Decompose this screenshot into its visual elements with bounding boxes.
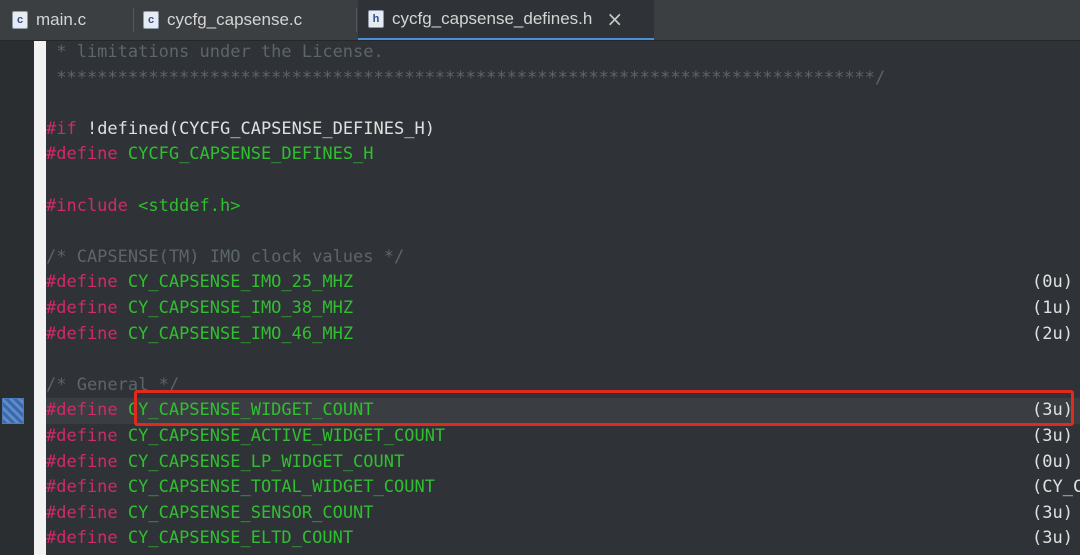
code-text: !defined(CYCFG_CAPSENSE_DEFINES_H) [76, 118, 435, 139]
preprocessor-keyword: #define [46, 144, 118, 165]
code-line[interactable] [46, 91, 1080, 117]
tab-label: cycfg_capsense_defines.h [392, 9, 593, 28]
code-line[interactable]: #define CYCFG_CAPSENSE_DEFINES_H [46, 142, 1080, 168]
code-line[interactable]: #include <stddef.h> [46, 194, 1080, 220]
code-comment: /* General */ [46, 374, 180, 395]
tab-separator [133, 8, 134, 32]
code-line[interactable]: * limitations under the License. [46, 41, 1080, 66]
code-line[interactable]: #if !defined(CYCFG_CAPSENSE_DEFINES_H) [46, 117, 1080, 143]
code-line[interactable]: #define CY_CAPSENSE_IMO_25_MHZ (0u) [46, 270, 1080, 296]
editor-gutter [0, 41, 34, 555]
code-line[interactable] [46, 219, 1080, 245]
c-file-icon: c [143, 11, 159, 29]
occurrence-marker-icon[interactable] [2, 398, 24, 424]
macro-value: (1u) [1032, 298, 1073, 318]
h-file-icon: h [368, 10, 384, 28]
preprocessor-keyword: #define [46, 400, 118, 421]
code-line[interactable]: #define CY_CAPSENSE_TOTAL_WIDGET_COUNT (C… [46, 475, 1080, 501]
code-line[interactable]: ****************************************… [46, 66, 1080, 92]
code-line[interactable]: #define CY_CAPSENSE_IMO_38_MHZ (1u) [46, 296, 1080, 322]
macro-value: (0u) [1032, 451, 1073, 472]
macro-value: (CY_C [1032, 477, 1080, 498]
macro-value: (3u) [1032, 400, 1073, 421]
code-line[interactable]: #define CY_CAPSENSE_ACTIVE_WIDGET_COUNT (… [46, 424, 1080, 450]
macro-value: (2u) [1032, 323, 1073, 344]
macro-name: CY_CAPSENSE_ELTD_COUNT [117, 528, 354, 549]
code-comment: ****************************************… [46, 67, 886, 88]
preprocessor-keyword: #define [46, 272, 118, 293]
macro-name: CYCFG_CAPSENSE_DEFINES_H [117, 144, 374, 165]
code-line[interactable]: #define CY_CAPSENSE_IMO_46_MHZ (2u) [46, 322, 1080, 348]
tab-label: cycfg_capsense.c [167, 10, 303, 29]
code-line[interactable] [46, 347, 1080, 373]
tab-separator [356, 8, 357, 32]
editor-tab-bar: c main.c c cycfg_capsense.c h cycfg_caps… [0, 0, 1080, 41]
preprocessor-keyword: #define [46, 477, 118, 498]
code-line[interactable]: #define CY_CAPSENSE_WIDGET_COUNT (3u) [46, 398, 1080, 424]
code-line[interactable]: /* CAPSENSE(TM) IMO clock values */ [46, 245, 1080, 271]
macro-name: CY_CAPSENSE_SENSOR_COUNT [117, 502, 374, 523]
preprocessor-keyword: #if [46, 118, 77, 139]
tab-cycfg-capsense-defines-h[interactable]: h cycfg_capsense_defines.h × [358, 0, 654, 40]
macro-name: CY_CAPSENSE_TOTAL_WIDGET_COUNT [117, 477, 435, 498]
close-tab-icon[interactable]: × [606, 9, 623, 29]
code-line[interactable]: /* General */ [46, 373, 1080, 399]
c-file-icon: c [12, 11, 28, 29]
macro-value: (3u) [1032, 502, 1073, 523]
preprocessor-keyword: #define [46, 298, 118, 318]
code-comment: /* CAPSENSE(TM) IMO clock values */ [46, 246, 405, 267]
code-area[interactable]: * limitations under the License. *******… [46, 41, 1080, 555]
code-line[interactable]: #define CY_CAPSENSE_SENSOR_COUNT (3u) [46, 501, 1080, 527]
preprocessor-keyword: #define [46, 323, 118, 344]
code-line[interactable] [46, 168, 1080, 194]
tab-label: main.c [36, 10, 87, 29]
macro-name: CY_CAPSENSE_IMO_38_MHZ [117, 298, 354, 318]
macro-name: CY_CAPSENSE_WIDGET_COUNT [117, 400, 374, 421]
tab-main-c[interactable]: c main.c [12, 0, 130, 40]
fold-strip [34, 41, 46, 555]
macro-name: CY_CAPSENSE_LP_WIDGET_COUNT [117, 451, 405, 472]
macro-value: (3u) [1032, 426, 1073, 446]
code-comment: * limitations under the License. [46, 42, 384, 62]
macro-name: CY_CAPSENSE_IMO_46_MHZ [117, 323, 354, 344]
macro-value: (3u) [1032, 528, 1073, 549]
macro-name: <stddef.h> [127, 195, 241, 216]
preprocessor-keyword: #define [46, 528, 118, 549]
preprocessor-keyword: #define [46, 451, 118, 472]
macro-value: (0u) [1032, 272, 1073, 293]
code-line[interactable]: #define CY_CAPSENSE_ELTD_COUNT (3u) [46, 526, 1080, 552]
macro-name: CY_CAPSENSE_IMO_25_MHZ [117, 272, 354, 293]
code-editor[interactable]: * limitations under the License. *******… [0, 41, 1080, 555]
macro-name: CY_CAPSENSE_ACTIVE_WIDGET_COUNT [117, 426, 446, 446]
code-line[interactable]: #define CY_CAPSENSE_LP_WIDGET_COUNT (0u) [46, 450, 1080, 476]
tab-cycfg-capsense-c[interactable]: c cycfg_capsense.c [143, 0, 353, 40]
preprocessor-keyword: #define [46, 426, 118, 446]
preprocessor-keyword: #include [46, 195, 128, 216]
preprocessor-keyword: #define [46, 502, 118, 523]
